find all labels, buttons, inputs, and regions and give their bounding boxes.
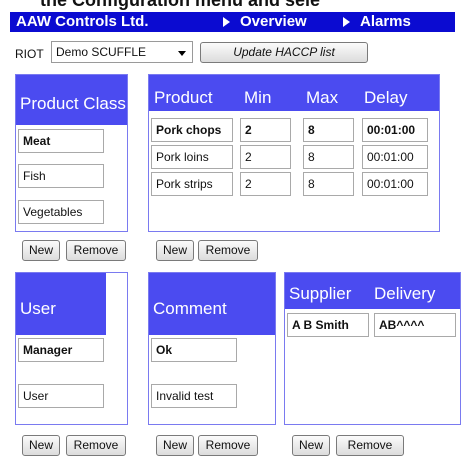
cut-off-title: the Configuration menu and sele xyxy=(40,0,321,10)
app-header: AAW Controls Ltd. Overview Alarms xyxy=(10,12,455,32)
user-item[interactable]: User xyxy=(18,384,104,408)
product-name-field[interactable]: Pork strips xyxy=(151,172,233,196)
supplier-remove-button[interactable]: Remove xyxy=(336,435,404,456)
products-header: Product Min Max Delay xyxy=(149,75,439,111)
nav-alarms[interactable]: Alarms xyxy=(343,13,411,30)
comment-panel: Comment Ok Invalid test xyxy=(148,272,276,425)
chevron-down-icon xyxy=(178,51,186,56)
user-panel: User Manager User xyxy=(15,272,128,425)
products-remove-button[interactable]: Remove xyxy=(198,240,258,261)
products-new-button[interactable]: New xyxy=(156,240,194,261)
comment-new-button[interactable]: New xyxy=(156,435,194,456)
col-delay: Delay xyxy=(364,88,408,107)
supplier-header: Supplier Delivery xyxy=(285,273,460,309)
supplier-delivery-field[interactable]: AB^^^^ xyxy=(374,313,456,337)
riot-label: RIOT xyxy=(15,47,44,61)
product-min-field[interactable]: 2 xyxy=(240,172,291,196)
product-name-field[interactable]: Pork loins xyxy=(151,145,233,169)
product-max-field[interactable]: 8 xyxy=(303,118,354,142)
product-class-item[interactable]: Vegetables xyxy=(18,200,104,224)
product-max-field[interactable]: 8 xyxy=(303,145,354,169)
brand-name: AAW Controls Ltd. xyxy=(16,13,149,30)
product-class-item[interactable]: Fish xyxy=(18,164,104,188)
riot-select[interactable]: Demo SCUFFLE xyxy=(51,41,193,63)
user-header: User xyxy=(16,273,106,335)
triangle-right-icon xyxy=(343,16,350,27)
user-remove-button[interactable]: Remove xyxy=(66,435,126,456)
col-max: Max xyxy=(306,88,339,107)
product-class-header-label: Product Class xyxy=(20,94,126,113)
update-haccp-button[interactable]: Update HACCP list xyxy=(200,42,368,63)
product-class-remove-button[interactable]: Remove xyxy=(66,240,126,261)
col-product: Product xyxy=(154,88,213,107)
nav-overview-label: Overview xyxy=(240,13,307,30)
triangle-right-icon xyxy=(223,16,230,27)
comment-header-label: Comment xyxy=(153,299,227,318)
supplier-name-field[interactable]: A B Smith xyxy=(287,313,369,337)
comment-remove-button[interactable]: Remove xyxy=(198,435,258,456)
product-min-field[interactable]: 2 xyxy=(240,145,291,169)
col-delivery: Delivery xyxy=(374,284,436,303)
supplier-panel: Supplier Delivery A B Smith AB^^^^ xyxy=(284,272,461,425)
user-new-button[interactable]: New xyxy=(22,435,60,456)
riot-select-value: Demo SCUFFLE xyxy=(56,45,147,59)
product-class-new-button[interactable]: New xyxy=(22,240,60,261)
product-delay-field[interactable]: 00:01:00 xyxy=(362,145,428,169)
products-panel: Product Min Max Delay Pork chops 2 8 00:… xyxy=(148,74,440,232)
user-item[interactable]: Manager xyxy=(18,338,104,362)
product-class-item[interactable]: Meat xyxy=(18,129,104,153)
product-class-panel: Product Class Meat Fish Vegetables xyxy=(15,74,128,232)
nav-alarms-label: Alarms xyxy=(360,13,411,30)
col-supplier: Supplier xyxy=(289,284,352,303)
comment-item[interactable]: Ok xyxy=(151,338,237,362)
product-max-field[interactable]: 8 xyxy=(303,172,354,196)
product-class-header: Product Class xyxy=(16,75,127,125)
product-delay-field[interactable]: 00:01:00 xyxy=(362,172,428,196)
nav-overview[interactable]: Overview xyxy=(223,13,307,30)
supplier-new-button[interactable]: New xyxy=(292,435,330,456)
user-header-label: User xyxy=(20,299,56,318)
comment-header: Comment xyxy=(149,273,275,335)
product-name-field[interactable]: Pork chops xyxy=(151,118,233,142)
col-min: Min xyxy=(244,88,272,107)
product-delay-field[interactable]: 00:01:00 xyxy=(362,118,428,142)
product-min-field[interactable]: 2 xyxy=(240,118,291,142)
comment-item[interactable]: Invalid test xyxy=(151,384,237,408)
